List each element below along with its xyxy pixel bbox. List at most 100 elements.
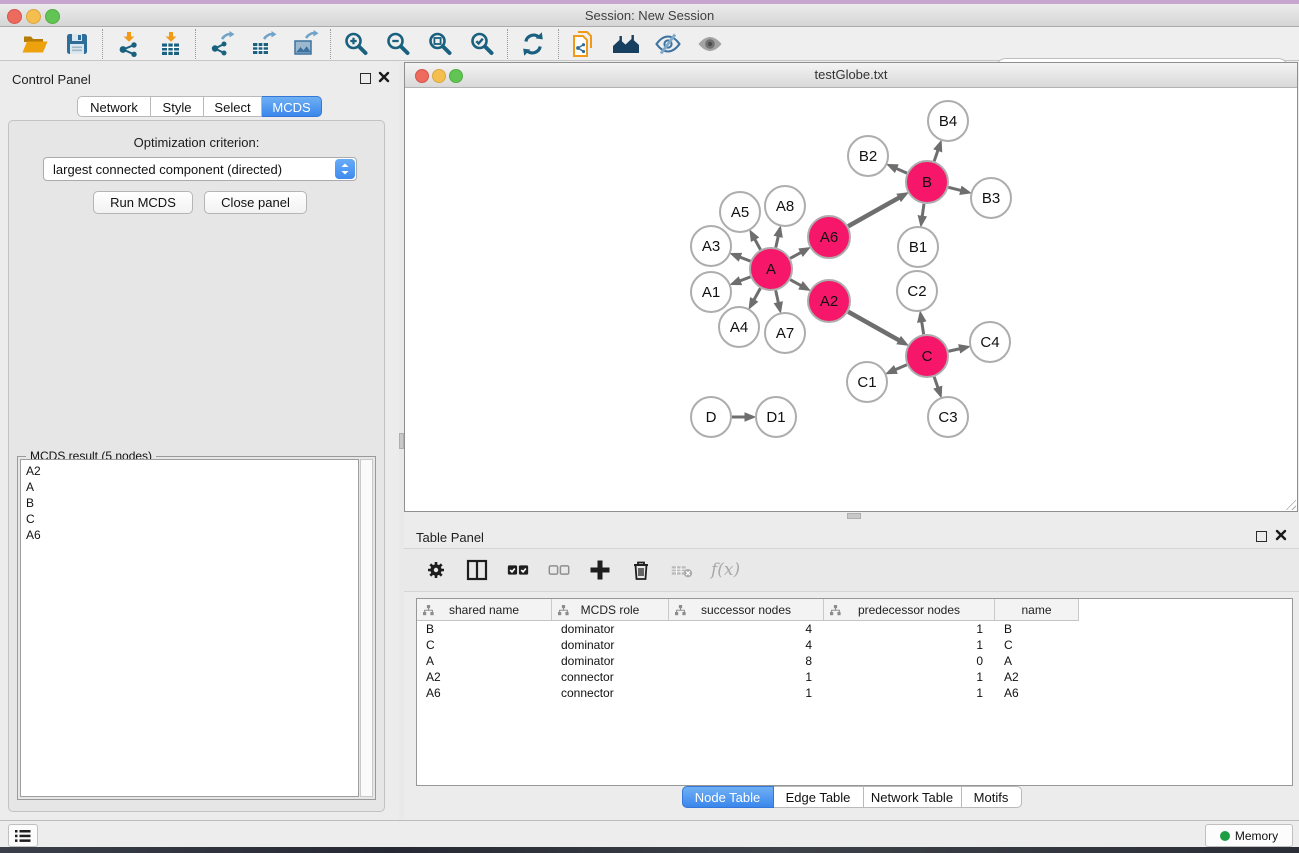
edge-A-A3[interactable] xyxy=(740,257,751,261)
node-A4[interactable]: A4 xyxy=(719,307,759,347)
cell-MCDS-role[interactable]: dominator xyxy=(552,653,669,669)
edge-C-C1[interactable] xyxy=(895,365,906,370)
table-row-C[interactable]: Cdominator41C xyxy=(417,637,1292,653)
node-B1[interactable]: B1 xyxy=(898,227,938,267)
node-A8[interactable]: A8 xyxy=(765,186,805,226)
edge-A2-C[interactable] xyxy=(848,312,899,341)
node-A7[interactable]: A7 xyxy=(765,313,805,353)
cell-successor-nodes[interactable]: 1 xyxy=(669,669,824,685)
node-C3[interactable]: C3 xyxy=(928,397,968,437)
result-list-item[interactable]: A xyxy=(26,479,358,495)
tab-network-table[interactable]: Network Table xyxy=(864,786,962,808)
cell-predecessor-nodes[interactable]: 1 xyxy=(824,685,995,701)
cell-MCDS-role[interactable]: dominator xyxy=(552,621,669,637)
node-A1[interactable]: A1 xyxy=(691,272,731,312)
tab-style[interactable]: Style xyxy=(151,96,204,117)
unselect-all-columns-icon[interactable] xyxy=(547,558,571,582)
cell-MCDS-role[interactable]: dominator xyxy=(552,637,669,653)
horizontal-splitter[interactable] xyxy=(404,512,1299,520)
edge-A-A5[interactable] xyxy=(755,239,761,249)
network-canvas[interactable]: B4B2BB3A8A5A6A3B1AA1C2A2A4A7C4CC1C3DD1 xyxy=(405,88,1297,511)
first-neighbors-icon[interactable] xyxy=(611,29,641,59)
memory-button[interactable]: Memory xyxy=(1205,824,1293,847)
cell-predecessor-nodes[interactable]: 1 xyxy=(824,669,995,685)
node-D1[interactable]: D1 xyxy=(756,397,796,437)
cell-successor-nodes[interactable]: 4 xyxy=(669,637,824,653)
edge-C-C2[interactable] xyxy=(922,322,924,335)
node-A2[interactable]: A2 xyxy=(808,280,850,322)
import-network-icon[interactable] xyxy=(113,29,143,59)
import-table-icon[interactable] xyxy=(155,29,185,59)
run-mcds-button[interactable]: Run MCDS xyxy=(93,191,193,214)
cell-successor-nodes[interactable]: 1 xyxy=(669,685,824,701)
edge-A-A2[interactable] xyxy=(790,280,801,286)
edge-A-A6[interactable] xyxy=(790,252,801,258)
tab-node-table[interactable]: Node Table xyxy=(682,786,774,808)
edge-A-A7[interactable] xyxy=(776,290,779,302)
cell-name[interactable]: B xyxy=(995,621,1079,637)
column-header-successor-nodes[interactable]: successor nodes xyxy=(669,599,824,621)
network-snapshot-icon[interactable] xyxy=(569,29,599,59)
column-header-predecessor-nodes[interactable]: predecessor nodes xyxy=(824,599,995,621)
tab-edge-table[interactable]: Edge Table xyxy=(774,786,864,808)
result-list-item[interactable]: A2 xyxy=(26,463,358,479)
node-A5[interactable]: A5 xyxy=(720,192,760,232)
close-panel-icon[interactable] xyxy=(1275,529,1287,541)
node-C[interactable]: C xyxy=(906,335,948,377)
zoom-selected-icon[interactable] xyxy=(467,29,497,59)
delete-columns-icon[interactable] xyxy=(629,558,653,582)
task-history-button[interactable] xyxy=(8,824,38,847)
edge-C-C4[interactable] xyxy=(948,349,959,352)
edge-A6-B[interactable] xyxy=(848,198,899,227)
tab-motifs[interactable]: Motifs xyxy=(962,786,1022,808)
column-header-name[interactable]: name xyxy=(995,599,1079,621)
node-table[interactable]: shared nameMCDS rolesuccessor nodesprede… xyxy=(416,598,1293,786)
node-B3[interactable]: B3 xyxy=(971,178,1011,218)
cell-successor-nodes[interactable]: 8 xyxy=(669,653,824,669)
cell-predecessor-nodes[interactable]: 1 xyxy=(824,637,995,653)
edge-A-A4[interactable] xyxy=(754,288,760,300)
cell-shared-name[interactable]: B xyxy=(417,621,552,637)
edge-C-C3[interactable] xyxy=(934,377,938,388)
criterion-select[interactable]: largest connected component (directed) xyxy=(43,157,357,181)
cell-predecessor-nodes[interactable]: 1 xyxy=(824,621,995,637)
table-row-A6[interactable]: A6connector11A6 xyxy=(417,685,1292,701)
zoom-in-icon[interactable] xyxy=(341,29,371,59)
close-panel-icon[interactable] xyxy=(378,71,390,83)
edge-B-B2[interactable] xyxy=(896,169,907,174)
edge-B-B4[interactable] xyxy=(934,150,938,161)
close-panel-button[interactable]: Close panel xyxy=(204,191,307,214)
export-network-icon[interactable] xyxy=(206,29,236,59)
cell-shared-name[interactable]: C xyxy=(417,637,552,653)
edge-B-B1[interactable] xyxy=(922,204,924,217)
cell-name[interactable]: A6 xyxy=(995,685,1079,701)
zoom-out-icon[interactable] xyxy=(383,29,413,59)
refresh-layout-icon[interactable] xyxy=(518,29,548,59)
show-all-icon[interactable] xyxy=(695,29,725,59)
cell-shared-name[interactable]: A xyxy=(417,653,552,669)
toggle-panel-icon[interactable] xyxy=(465,558,489,582)
result-list-item[interactable]: C xyxy=(26,511,358,527)
column-header-MCDS-role[interactable]: MCDS role xyxy=(552,599,669,621)
export-image-icon[interactable] xyxy=(290,29,320,59)
node-B[interactable]: B xyxy=(906,161,948,203)
mcds-result-list[interactable]: A2ABCA6 xyxy=(20,459,359,797)
node-A[interactable]: A xyxy=(750,248,792,290)
node-B4[interactable]: B4 xyxy=(928,101,968,141)
zoom-fit-icon[interactable] xyxy=(425,29,455,59)
splitter-handle[interactable] xyxy=(847,513,861,519)
column-header-shared-name[interactable]: shared name xyxy=(417,599,552,621)
cell-predecessor-nodes[interactable]: 0 xyxy=(824,653,995,669)
open-session-icon[interactable] xyxy=(20,29,50,59)
float-panel-icon[interactable] xyxy=(1256,531,1267,542)
cell-shared-name[interactable]: A6 xyxy=(417,685,552,701)
cell-MCDS-role[interactable]: connector xyxy=(552,669,669,685)
hide-selected-icon[interactable] xyxy=(653,29,683,59)
node-B2[interactable]: B2 xyxy=(848,136,888,176)
float-panel-icon[interactable] xyxy=(360,73,371,84)
result-list-item[interactable]: A6 xyxy=(26,527,358,543)
table-row-A[interactable]: Adominator80A xyxy=(417,653,1292,669)
cell-name[interactable]: A2 xyxy=(995,669,1079,685)
add-column-icon[interactable] xyxy=(588,558,612,582)
node-D[interactable]: D xyxy=(691,397,731,437)
